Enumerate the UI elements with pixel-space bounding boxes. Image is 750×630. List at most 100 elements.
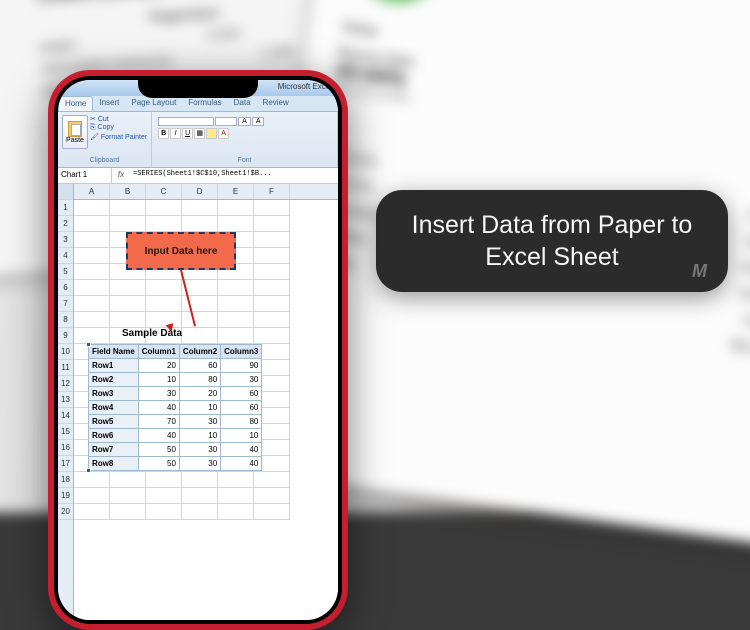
italic-button[interactable]: I (170, 128, 181, 139)
cell-value[interactable]: 30 (221, 373, 262, 387)
cells-area[interactable]: Input Data here Sample Data Field NameCo… (74, 200, 338, 520)
cell-value[interactable]: 40 (138, 401, 179, 415)
row-name[interactable]: Row3 (89, 387, 139, 401)
tab-insert[interactable]: Insert (93, 96, 125, 111)
table-header[interactable]: Column1 (138, 345, 179, 359)
row-name[interactable]: Row5 (89, 415, 139, 429)
tab-page-layout[interactable]: Page Layout (125, 96, 182, 111)
tab-home[interactable]: Home (58, 96, 93, 111)
font-size-select[interactable] (215, 117, 237, 126)
cell[interactable] (74, 328, 110, 344)
row-header-1[interactable]: 1 (58, 200, 73, 216)
input-data-callout[interactable]: Input Data here (126, 232, 236, 270)
row-header-14[interactable]: 14 (58, 408, 73, 424)
row-header-19[interactable]: 19 (58, 488, 73, 504)
cell[interactable] (74, 216, 110, 232)
cell-value[interactable]: 20 (179, 387, 220, 401)
cell[interactable] (74, 488, 110, 504)
cell[interactable] (182, 488, 218, 504)
cell[interactable] (74, 264, 110, 280)
cell[interactable] (110, 504, 146, 520)
row-header-11[interactable]: 11 (58, 360, 73, 376)
cell[interactable] (146, 312, 182, 328)
row-header-9[interactable]: 9 (58, 328, 73, 344)
cell[interactable] (182, 472, 218, 488)
table-row[interactable]: Row8503040 (89, 457, 262, 471)
cell-value[interactable]: 90 (221, 359, 262, 373)
col-header-A[interactable]: A (74, 184, 110, 199)
row-header-7[interactable]: 7 (58, 296, 73, 312)
paste-button[interactable]: Paste (62, 115, 88, 149)
bold-button[interactable]: B (158, 128, 169, 139)
cell[interactable] (182, 312, 218, 328)
cell-value[interactable]: 10 (221, 429, 262, 443)
cell-value[interactable]: 60 (179, 359, 220, 373)
table-header[interactable]: Field Name (89, 345, 139, 359)
cell[interactable] (254, 232, 290, 248)
cell-value[interactable]: 60 (221, 387, 262, 401)
col-header-D[interactable]: D (182, 184, 218, 199)
cell-value[interactable]: 10 (179, 429, 220, 443)
cell-value[interactable]: 40 (138, 429, 179, 443)
cell[interactable] (218, 328, 254, 344)
cut-button[interactable]: ✂ Cut (90, 115, 147, 123)
cell[interactable] (146, 200, 182, 216)
row-header-5[interactable]: 5 (58, 264, 73, 280)
cell[interactable] (254, 472, 290, 488)
cell[interactable] (254, 504, 290, 520)
font-color-button[interactable]: A (218, 128, 229, 139)
cell[interactable] (74, 296, 110, 312)
cell[interactable] (254, 216, 290, 232)
cell[interactable] (218, 504, 254, 520)
row-header-20[interactable]: 20 (58, 504, 73, 520)
cell[interactable] (182, 200, 218, 216)
cell-value[interactable]: 20 (138, 359, 179, 373)
table-row[interactable]: Row1206090 (89, 359, 262, 373)
column-headers[interactable]: ABCDEF (74, 184, 338, 200)
table-row[interactable]: Row4401060 (89, 401, 262, 415)
tab-data[interactable]: Data (228, 96, 257, 111)
cell[interactable] (218, 280, 254, 296)
cell[interactable] (74, 312, 110, 328)
table-header[interactable]: Column2 (179, 345, 220, 359)
fill-color-button[interactable] (206, 128, 217, 139)
underline-button[interactable]: U (182, 128, 193, 139)
name-box[interactable]: Chart 1 (58, 168, 112, 183)
cell[interactable] (182, 504, 218, 520)
cell-value[interactable]: 50 (138, 457, 179, 471)
row-name[interactable]: Row4 (89, 401, 139, 415)
cell[interactable] (254, 248, 290, 264)
row-header-8[interactable]: 8 (58, 312, 73, 328)
shrink-font-button[interactable]: A (252, 117, 265, 126)
ribbon-tabs[interactable]: Home Insert Page Layout Formulas Data Re… (58, 96, 338, 112)
cell[interactable] (146, 280, 182, 296)
fx-icon[interactable]: fx (112, 168, 130, 183)
row-header-12[interactable]: 12 (58, 376, 73, 392)
cell[interactable] (110, 200, 146, 216)
cell[interactable] (254, 200, 290, 216)
format-painter-button[interactable]: 🖌 Format Painter (90, 133, 147, 141)
cell[interactable] (254, 328, 290, 344)
cell[interactable] (218, 216, 254, 232)
cell[interactable] (218, 472, 254, 488)
row-header-18[interactable]: 18 (58, 472, 73, 488)
selection-handle-icon[interactable] (86, 342, 91, 347)
cell-value[interactable]: 10 (138, 373, 179, 387)
cell[interactable] (218, 312, 254, 328)
cell[interactable] (146, 472, 182, 488)
table-row[interactable]: Row7503040 (89, 443, 262, 457)
table-row[interactable]: Row5703080 (89, 415, 262, 429)
row-name[interactable]: Row1 (89, 359, 139, 373)
cell[interactable] (146, 296, 182, 312)
row-header-2[interactable]: 2 (58, 216, 73, 232)
cell[interactable] (110, 280, 146, 296)
cell[interactable] (254, 264, 290, 280)
row-name[interactable]: Row2 (89, 373, 139, 387)
cell[interactable] (254, 488, 290, 504)
cell[interactable] (254, 280, 290, 296)
cell[interactable] (74, 248, 110, 264)
cell[interactable] (218, 200, 254, 216)
col-header-C[interactable]: C (146, 184, 182, 199)
cell-value[interactable]: 40 (221, 443, 262, 457)
col-header-F[interactable]: F (254, 184, 290, 199)
